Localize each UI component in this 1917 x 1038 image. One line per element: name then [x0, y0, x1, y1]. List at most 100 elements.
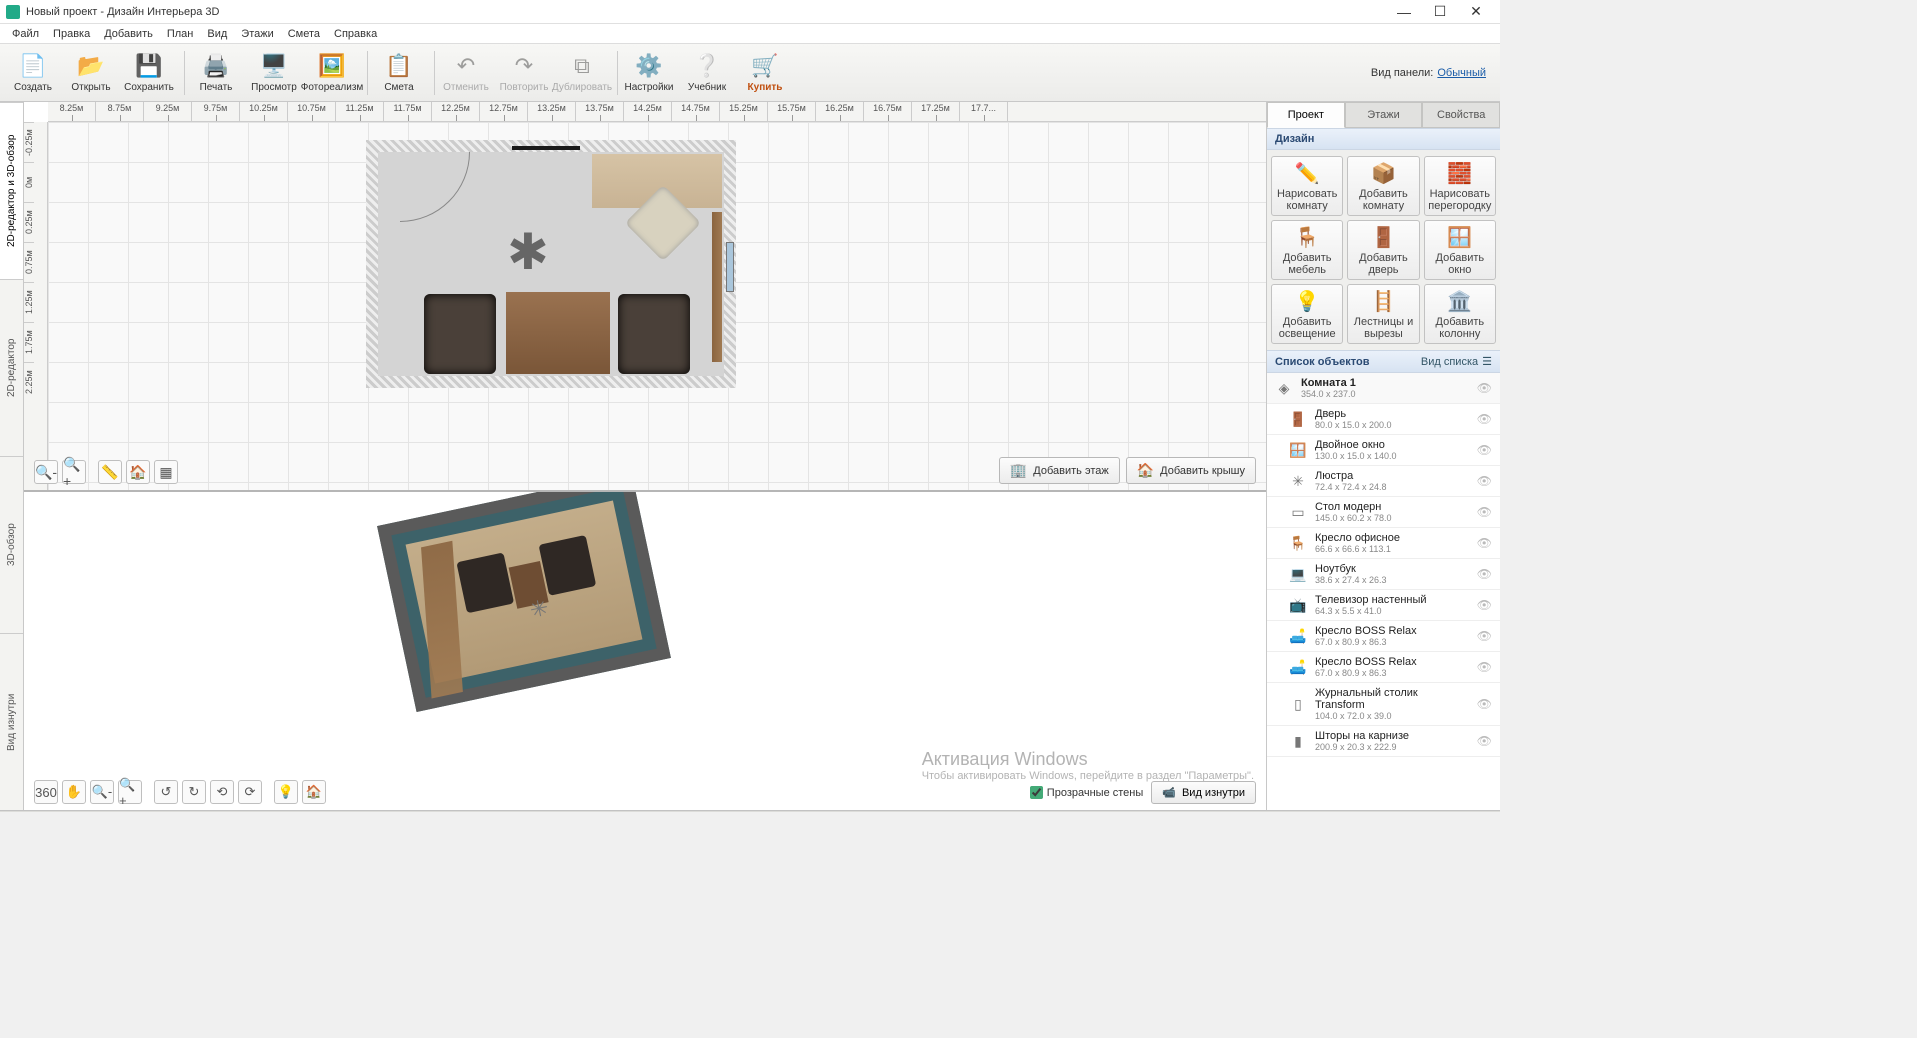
estimate-button[interactable]: 📋Смета: [372, 47, 426, 99]
visibility-toggle-icon[interactable]: 👁: [1477, 598, 1492, 612]
add-room-button[interactable]: 📦Добавить комнату: [1347, 156, 1419, 216]
draw-room-button[interactable]: ✏️Нарисовать комнату: [1271, 156, 1343, 216]
viewport-2d-tools: 🔍- 🔍+ 📏 🏠 ▦: [34, 460, 178, 484]
home-3d-button[interactable]: 🏠: [302, 780, 326, 804]
obj-chandelier[interactable]: [496, 220, 560, 284]
viewport-3d[interactable]: Активация Windows Чтобы активировать Win…: [24, 492, 1266, 810]
obj-curtains[interactable]: [712, 212, 722, 362]
list-item-desk[interactable]: ▭Стол модерн145.0 x 60.2 x 78.0👁: [1267, 497, 1500, 528]
list-item-tv[interactable]: 📺Телевизор настенный64.3 x 5.5 x 41.0👁: [1267, 590, 1500, 621]
visibility-toggle-icon[interactable]: 👁: [1477, 660, 1492, 674]
minimize-button[interactable]: —: [1386, 1, 1422, 23]
settings-button[interactable]: ⚙️Настройки: [622, 47, 676, 99]
grid-toggle-button[interactable]: ▦: [154, 460, 178, 484]
visibility-toggle-icon[interactable]: 👁: [1477, 536, 1492, 550]
list-item-room[interactable]: ◈Комната 1354.0 x 237.0👁: [1267, 373, 1500, 404]
menu-floors[interactable]: Этажи: [235, 26, 279, 42]
menu-add[interactable]: Добавить: [98, 26, 159, 42]
home-view-button[interactable]: 🏠: [126, 460, 150, 484]
add-roof-button[interactable]: 🏠Добавить крышу: [1126, 457, 1256, 484]
buy-button[interactable]: 🛒Купить: [738, 47, 792, 99]
grid-2d[interactable]: [48, 122, 1266, 490]
list-mode-toggle[interactable]: Вид списка ☰: [1421, 355, 1492, 368]
open-button[interactable]: 📂Открыть: [64, 47, 118, 99]
zoom-out-button[interactable]: 🔍-: [34, 460, 58, 484]
tilt-down-button[interactable]: ⟳: [238, 780, 262, 804]
toolbar-separator: [367, 51, 368, 95]
viewport-2d[interactable]: 8.25м 8.75м 9.25м 9.75м 10.25м 10.75м 11…: [24, 102, 1266, 492]
vtab-2d[interactable]: 2D-редактор: [0, 279, 23, 456]
menu-estimate[interactable]: Смета: [282, 26, 326, 42]
measure-button[interactable]: 📏: [98, 460, 122, 484]
list-item-chandelier[interactable]: ✳Люстра72.4 x 72.4 x 24.8👁: [1267, 466, 1500, 497]
add-light-button[interactable]: 💡Добавить освещение: [1271, 284, 1343, 344]
rotate-360-button[interactable]: 360: [34, 780, 58, 804]
visibility-toggle-icon[interactable]: 👁: [1477, 734, 1492, 748]
menu-edit[interactable]: Правка: [47, 26, 96, 42]
add-column-button[interactable]: 🏛️Добавить колонну: [1424, 284, 1496, 344]
print-button[interactable]: 🖨️Печать: [189, 47, 243, 99]
vtab-2d-3d[interactable]: 2D-редактор и 3D-обзор: [0, 102, 23, 279]
redo-button[interactable]: ↷Повторить: [497, 47, 551, 99]
photoreal-button[interactable]: 🖼️Фотореализм: [305, 47, 359, 99]
add-window-button[interactable]: 🪟Добавить окно: [1424, 220, 1496, 280]
zoom-out-3d-button[interactable]: 🔍-: [90, 780, 114, 804]
orbit-left-button[interactable]: ↺: [154, 780, 178, 804]
visibility-toggle-icon[interactable]: 👁: [1477, 474, 1492, 488]
tutorial-button[interactable]: ❔Учебник: [680, 47, 734, 99]
visibility-toggle-icon[interactable]: 👁: [1477, 697, 1492, 711]
add-door-button[interactable]: 🚪Добавить дверь: [1347, 220, 1419, 280]
stairs-cutouts-button[interactable]: 🪜Лестницы и вырезы: [1347, 284, 1419, 344]
vtab-inside[interactable]: Вид изнутри: [0, 633, 23, 810]
menu-view[interactable]: Вид: [201, 26, 233, 42]
inside-view-button[interactable]: 📹Вид изнутри: [1151, 781, 1256, 804]
list-item-armchair-1[interactable]: 🛋️Кресло BOSS Relax67.0 x 80.9 x 86.3👁: [1267, 621, 1500, 652]
list-item-office-chair[interactable]: 🪑Кресло офисное66.6 x 66.6 x 113.1👁: [1267, 528, 1500, 559]
visibility-toggle-icon[interactable]: 👁: [1477, 443, 1492, 457]
close-button[interactable]: ✕: [1458, 1, 1494, 23]
orbit-right-button[interactable]: ↻: [182, 780, 206, 804]
create-button[interactable]: 📄Создать: [6, 47, 60, 99]
visibility-toggle-icon[interactable]: 👁: [1477, 629, 1492, 643]
tab-floors[interactable]: Этажи: [1345, 102, 1423, 128]
tilt-up-button[interactable]: ⟲: [210, 780, 234, 804]
obj-armchair-right[interactable]: [618, 294, 690, 374]
pan-button[interactable]: ✋: [62, 780, 86, 804]
list-item-armchair-2[interactable]: 🛋️Кресло BOSS Relax67.0 x 80.9 x 86.3👁: [1267, 652, 1500, 683]
visibility-toggle-icon[interactable]: 👁: [1477, 567, 1492, 581]
list-item-laptop[interactable]: 💻Ноутбук38.6 x 27.4 x 26.3👁: [1267, 559, 1500, 590]
draw-wall-button[interactable]: 🧱Нарисовать перегородку: [1424, 156, 1496, 216]
add-floor-button[interactable]: 🏢Добавить этаж: [999, 457, 1120, 484]
light-toggle-button[interactable]: 💡: [274, 780, 298, 804]
menu-file[interactable]: Файл: [6, 26, 45, 42]
menu-help[interactable]: Справка: [328, 26, 383, 42]
list-item-coffee-table[interactable]: ▯Журнальный столик Transform104.0 x 72.0…: [1267, 683, 1500, 726]
tab-properties[interactable]: Свойства: [1422, 102, 1500, 128]
visibility-toggle-icon[interactable]: 👁: [1477, 505, 1492, 519]
tab-project[interactable]: Проект: [1267, 102, 1345, 128]
room-3d[interactable]: [377, 492, 671, 712]
zoom-in-3d-button[interactable]: 🔍+: [118, 780, 142, 804]
vtab-3d[interactable]: 3D-обзор: [0, 456, 23, 633]
room-plan[interactable]: [366, 140, 736, 388]
save-button[interactable]: 💾Сохранить: [122, 47, 176, 99]
panel-mode-link[interactable]: Обычный: [1437, 67, 1486, 79]
list-item-window[interactable]: 🪟Двойное окно130.0 x 15.0 x 140.0👁: [1267, 435, 1500, 466]
obj-armchair-left[interactable]: [424, 294, 496, 374]
obj-window[interactable]: [726, 242, 734, 292]
add-box-icon: 📦: [1371, 161, 1396, 186]
visibility-toggle-icon[interactable]: 👁: [1477, 381, 1492, 395]
obj-tv[interactable]: [512, 146, 580, 150]
obj-table-coffee[interactable]: [506, 292, 610, 374]
zoom-in-button[interactable]: 🔍+: [62, 460, 86, 484]
undo-button[interactable]: ↶Отменить: [439, 47, 493, 99]
list-item-curtains[interactable]: ▮Шторы на карнизе200.9 x 20.3 x 222.9👁: [1267, 726, 1500, 757]
list-item-door[interactable]: 🚪Дверь80.0 x 15.0 x 200.0👁: [1267, 404, 1500, 435]
visibility-toggle-icon[interactable]: 👁: [1477, 412, 1492, 426]
view-button[interactable]: 🖥️Просмотр: [247, 47, 301, 99]
maximize-button[interactable]: ☐: [1422, 1, 1458, 23]
duplicate-button[interactable]: ⧉Дублировать: [555, 47, 609, 99]
add-furniture-button[interactable]: 🪑Добавить мебель: [1271, 220, 1343, 280]
transparent-walls-checkbox[interactable]: Прозрачные стены: [1030, 786, 1143, 799]
menu-plan[interactable]: План: [161, 26, 200, 42]
